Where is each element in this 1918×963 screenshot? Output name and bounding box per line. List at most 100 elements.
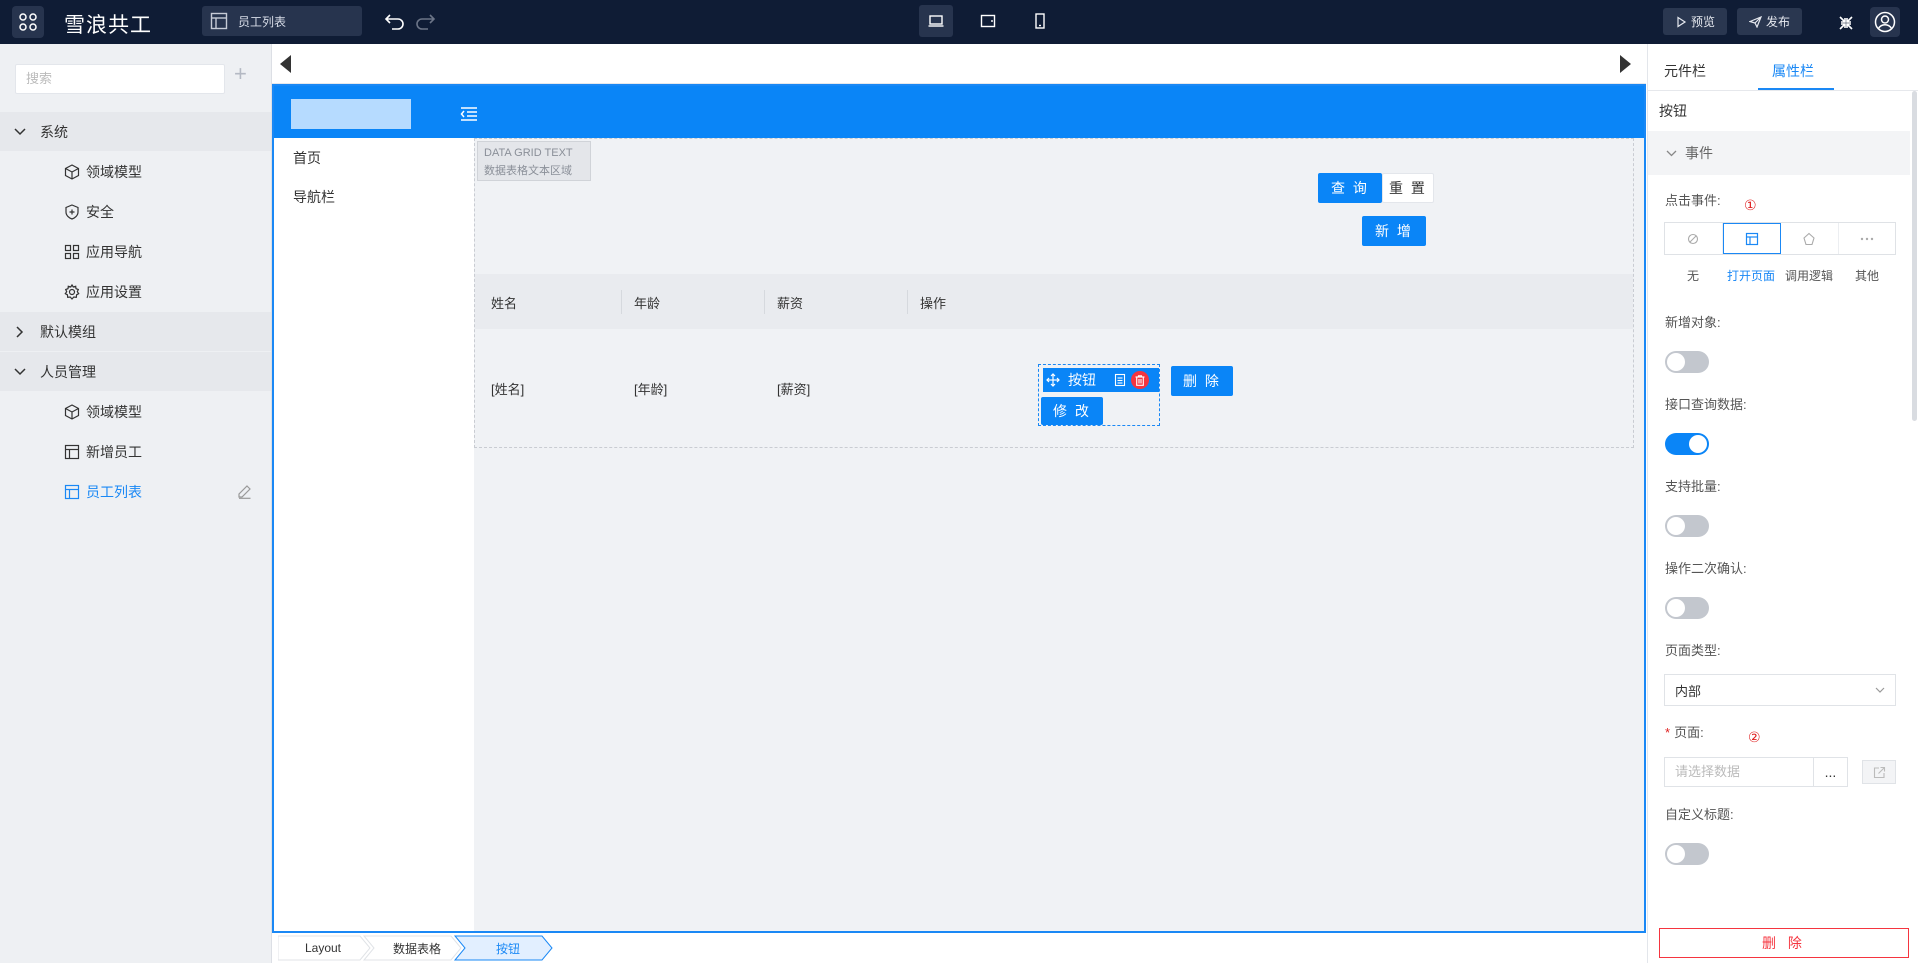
layout-icon [64,484,80,500]
breadcrumb-button[interactable]: 按钮 [464,937,552,959]
tree-group-system[interactable]: 系统 [0,112,271,151]
publish-label: 发布 [1766,15,1791,29]
selected-button-group[interactable]: 按钮 修 改 [1038,364,1160,426]
new-object-toggle[interactable] [1665,351,1709,373]
column-header-actions: 操作 [920,296,947,311]
sidebar-item-app-settings[interactable]: 应用设置 [0,272,271,312]
page-browse-button[interactable]: ... [1814,757,1848,787]
tablet-icon [980,14,996,28]
delete-component-button[interactable] [1131,371,1149,389]
toggle-knob [1689,435,1707,453]
delete-component-footer-button[interactable]: 删 除 [1659,928,1909,958]
publish-button[interactable]: 发布 [1737,8,1803,35]
custom-title-label: 自定义标题: [1665,807,1734,822]
reset-button[interactable]: 重 置 [1382,173,1434,203]
event-option-call-logic[interactable] [1781,223,1839,254]
tablet-view-button[interactable] [971,5,1005,37]
breadcrumb-layout[interactable]: Layout [282,937,364,959]
scroll-left-icon[interactable] [280,55,291,73]
toggle-knob [1667,353,1685,371]
event-option-other[interactable] [1839,223,1896,254]
open-page-button[interactable] [1862,760,1896,784]
event-label-call-logic: 调用逻辑 [1784,269,1833,283]
sidebar-item-app-nav[interactable]: 应用导航 [0,232,271,272]
collapse-fullscreen-icon[interactable] [1836,13,1856,33]
api-query-toggle[interactable] [1665,433,1709,455]
data-grid-tag: DATA GRID TEXT 数据表格文本区域 [477,141,591,181]
tree-group-label: 系统 [40,123,68,140]
tab-components[interactable]: 元件栏 [1664,61,1706,81]
undo-icon[interactable] [384,11,406,31]
cell-salary: [薪资] [777,382,811,397]
scroll-right-icon[interactable] [1620,55,1631,73]
move-icon[interactable] [1046,373,1060,387]
sidebar-item-employee-list[interactable]: 员工列表 [0,472,271,512]
sidebar-item-label: 安全 [86,204,114,220]
sidebar-search-input[interactable]: 搜索 [15,64,225,94]
table-header: 姓名 年龄 薪资 操作 [475,274,1633,329]
api-query-label: 接口查询数据: [1665,397,1747,412]
event-option-open-page[interactable] [1722,223,1781,254]
nav-item-home[interactable]: 首页 [293,148,321,168]
new-object-label: 新增对象: [1665,315,1721,330]
page-selector[interactable]: 员工列表 [202,6,362,36]
selected-button-label: 按钮 [1068,372,1096,388]
sidebar-item-domain-model[interactable]: 领域模型 [0,152,271,192]
event-option-none[interactable] [1665,223,1723,254]
panel-scrollbar[interactable] [1912,91,1917,421]
page-type-select[interactable]: 内部 [1664,674,1896,706]
user-avatar[interactable] [1870,7,1900,37]
copy-icon[interactable] [1114,373,1126,387]
tab-properties[interactable]: 属性栏 [1772,61,1814,81]
selected-button-toolbar[interactable]: 按钮 [1043,368,1159,392]
cell-name: [姓名] [491,382,525,397]
event-label-open-page: 打开页面 [1726,269,1775,283]
redo-icon[interactable] [414,11,436,31]
add-button[interactable]: 新 增 [1362,216,1426,246]
cube-icon [64,404,80,420]
query-button[interactable]: 查 询 [1318,173,1382,203]
mobile-view-button[interactable] [1023,5,1057,37]
sidebar-item-add-employee[interactable]: 新增员工 [0,432,271,472]
tree-group-default-module[interactable]: 默认模组 [0,312,271,351]
cube-icon [64,164,80,180]
page-label: * 页面: [1665,722,1704,741]
layout-icon [210,12,228,30]
preview-label: 预览 [1691,15,1716,29]
breadcrumb-data-grid[interactable]: 数据表格 [372,937,462,959]
column-divider [764,290,765,314]
logic-icon [1803,232,1815,245]
desktop-view-button[interactable] [919,5,953,37]
custom-title-toggle[interactable] [1665,843,1709,865]
sidebar-item-security[interactable]: 安全 [0,192,271,232]
sidebar-item-label: 新增员工 [86,444,142,460]
apps-grid-icon[interactable] [12,6,44,38]
app-title: 雪浪共工 [64,14,152,37]
design-canvas[interactable]: 首页 导航栏 DATA GRID TEXT 数据表格文本区域 查 询 重 置 新… [272,84,1646,933]
sidebar: 搜索 + 系统 领域模型 安全 应用导航 应用设置 默认模组 人员管理 领域模型… [0,44,272,963]
plus-icon[interactable]: + [234,61,247,87]
row-delete-button[interactable]: 删 除 [1171,366,1233,396]
modify-button[interactable]: 修 改 [1041,397,1103,425]
confirm-toggle[interactable] [1665,597,1709,619]
edit-icon[interactable] [237,484,252,499]
data-grid[interactable]: DATA GRID TEXT 数据表格文本区域 查 询 重 置 新 增 姓名 年… [474,138,1634,448]
top-bar: 雪浪共工 员工列表 预览 发布 [0,0,1918,44]
nav-item-navbar[interactable]: 导航栏 [293,187,335,207]
shield-plus-icon [65,204,79,220]
section-title: 事件 [1685,145,1713,161]
tree-group-hr[interactable]: 人员管理 [0,352,271,391]
column-header-age: 年龄 [634,296,661,311]
events-section-header[interactable]: 事件 [1648,131,1910,175]
column-header-salary: 薪资 [777,296,804,311]
properties-panel: 元件栏 属性栏 按钮 事件 点击事件: ① 无 打开页面 调用逻辑 其他 新增对… [1647,44,1918,963]
batch-toggle[interactable] [1665,515,1709,537]
menu-fold-icon[interactable] [460,106,478,122]
event-label-other: 其他 [1854,269,1879,283]
grid-tag-line2: 数据表格文本区域 [484,165,572,177]
preview-button[interactable]: 预览 [1663,8,1728,35]
chevron-down-icon [1666,150,1677,156]
sidebar-item-hr-domain-model[interactable]: 领域模型 [0,392,271,432]
canvas-scroll-bar [272,44,1646,84]
page-select-input[interactable]: 请选择数据 [1664,757,1814,787]
